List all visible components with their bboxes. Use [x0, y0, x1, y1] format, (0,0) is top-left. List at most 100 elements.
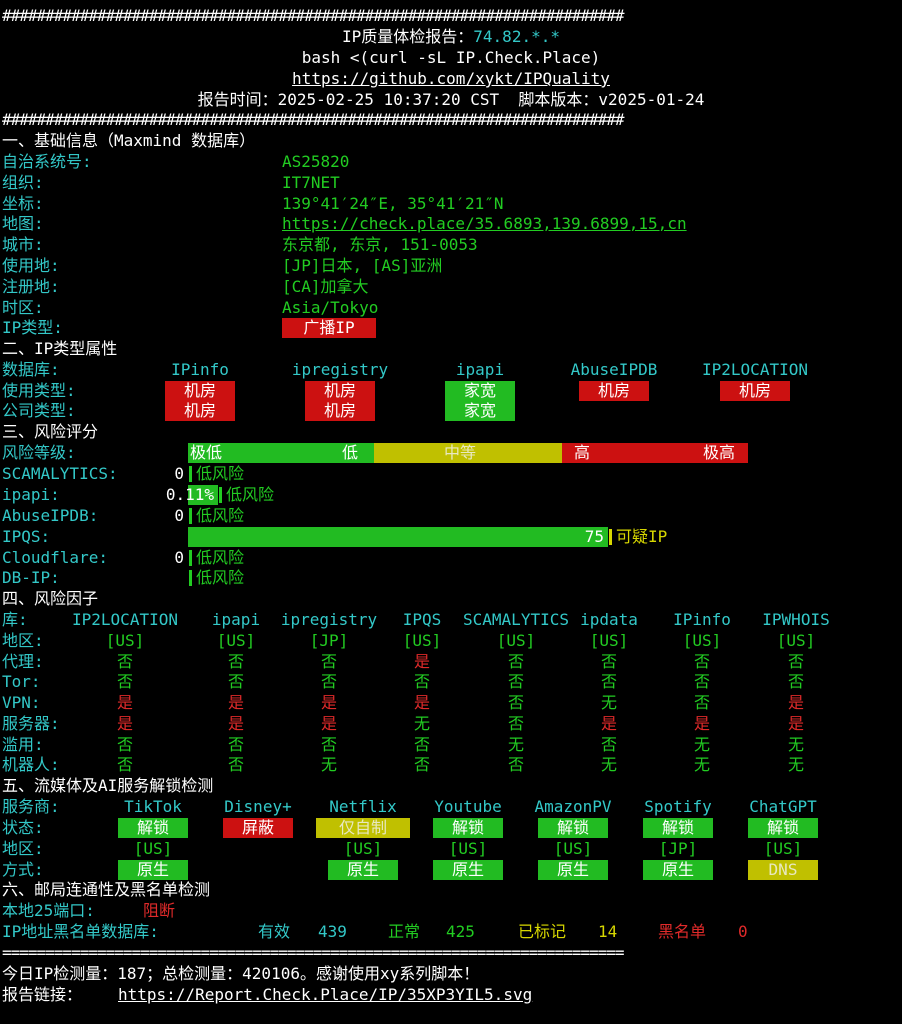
stream-status-badge: 解锁: [538, 818, 608, 838]
repo-link[interactable]: https://github.com/xykt/IPQuality: [0, 69, 902, 89]
stream-region: [US]: [763, 839, 803, 858]
risk-score-value: 0: [174, 506, 184, 525]
factor-cell: 无: [787, 755, 804, 774]
factor-cell: 否: [693, 693, 710, 712]
factor-cell: 是: [116, 714, 133, 733]
stream-method-badge: 原生: [433, 860, 503, 880]
factor-cell: 是: [227, 693, 244, 712]
factor-cell: 是: [227, 714, 244, 733]
footer-stats: 今日IP检测量：187；总检测量：420106。感谢使用xy系列脚本！: [2, 964, 480, 983]
factor-cell: 无: [413, 714, 430, 733]
iptype-heading: 二、IP类型属性: [2, 339, 118, 358]
factor-cell: 否: [227, 755, 244, 774]
factor-cell: 是: [787, 714, 804, 733]
mail-heading: 六、邮局连通性及黑名单检测: [2, 880, 211, 899]
factor-row-label: 地区:: [2, 631, 44, 650]
hash-divider-bottom: ########################################…: [2, 110, 625, 129]
risk-separator: [219, 487, 222, 503]
factor-cell: 无: [600, 755, 617, 774]
risk-text: 低风险: [226, 485, 275, 504]
risk-text: 低风险: [196, 464, 245, 483]
usage-badge: 机房: [720, 381, 790, 401]
factor-cell: 否: [227, 652, 244, 671]
stream-region: [US]: [133, 839, 173, 858]
factor-cell: 否: [116, 652, 133, 671]
factor-row-label: 代理:: [2, 652, 44, 671]
factor-cell: [US]: [776, 631, 816, 650]
blacklist-label: IP地址黑名单数据库:: [2, 922, 159, 941]
factor-cell: 否: [507, 714, 524, 733]
stream-status-badge: 仅自制: [316, 818, 410, 838]
basic-row-label: 使用地:: [2, 256, 60, 275]
risk-text: 低风险: [196, 548, 245, 567]
basic-row-label: 时区:: [2, 298, 44, 317]
stream-region: [US]: [343, 839, 383, 858]
basic-row-label: 组织:: [2, 173, 44, 192]
stream-status-badge: 解锁: [118, 818, 188, 838]
basic-row-label: 注册地:: [2, 277, 60, 296]
marked-count: 14: [598, 922, 618, 941]
streaming-heading: 五、流媒体及AI服务解锁检测: [2, 776, 214, 795]
factor-cell: 否: [116, 672, 133, 691]
factor-cell: 无: [507, 735, 524, 754]
iptype-db-name: IP2LOCATION: [702, 360, 808, 379]
factor-cell: 是: [116, 693, 133, 712]
report-link[interactable]: https://Report.Check.Place/IP/35XP3YIL5.…: [118, 985, 532, 1005]
factor-cell: 否: [116, 735, 133, 754]
normal-label: 正常: [388, 922, 421, 941]
factor-cell: 否: [507, 693, 524, 712]
stream-provider: Youtube: [434, 797, 502, 816]
basic-row-label: 城市:: [2, 235, 44, 254]
factor-cell: 否: [507, 652, 524, 671]
factor-cell: 否: [507, 672, 524, 691]
usage-badge: 家宽: [445, 381, 515, 401]
factor-row-label: 服务器:: [2, 714, 60, 733]
risk-level-2: 低: [342, 443, 359, 462]
valid-label: 有效: [258, 922, 291, 941]
stream-provider: ChatGPT: [749, 797, 817, 816]
usage-label: 使用类型:: [2, 381, 76, 400]
factor-lib-name: IPWHOIS: [762, 610, 830, 629]
report-title: IP质量体检报告：74.82.*.*: [0, 27, 902, 47]
title-prefix: IP质量体检报告：: [342, 27, 474, 46]
factor-row-label: 滥用:: [2, 735, 44, 754]
iptype-db-name: ipregistry: [291, 360, 389, 379]
factor-cell: 否: [413, 735, 430, 754]
risk-text: 低风险: [196, 506, 245, 525]
usage-badge: 机房: [579, 381, 649, 401]
company-label: 公司类型:: [2, 401, 76, 420]
risk-level-5: 极高: [703, 443, 736, 462]
eq-divider: ========================================…: [2, 943, 625, 962]
factor-cell: 是: [320, 693, 337, 712]
stream-provider: Spotify: [644, 797, 712, 816]
factor-cell: 无: [693, 755, 710, 774]
risk-separator: [189, 550, 192, 566]
basic-row-label: 自治系统号:: [2, 152, 92, 171]
basic-heading: 一、基础信息（Maxmind 数据库）: [2, 131, 256, 150]
hash-divider-top: ########################################…: [2, 6, 625, 25]
title-ip: 74.82.*.*: [473, 27, 560, 46]
db-label: 数据库:: [2, 360, 60, 379]
risk-text: 可疑IP: [616, 527, 668, 546]
risk-level-3: 中等: [444, 443, 477, 462]
risk-score-value: 0.11%: [165, 485, 214, 504]
factor-row-label: Tor:: [2, 672, 41, 691]
map-link[interactable]: https://check.place/35.6893,139.6899,15,…: [282, 214, 687, 234]
blacklist-count-label: 黑名单: [658, 922, 707, 941]
risk-source-label: ipapi:: [2, 485, 60, 504]
usage-badge: 机房: [305, 381, 375, 401]
stream-method-badge: 原生: [118, 860, 188, 880]
factor-cell: 无: [787, 735, 804, 754]
basic-row-label: 地图:: [2, 214, 44, 233]
stream-provider: AmazonPV: [534, 797, 612, 816]
factor-cell: [US]: [216, 631, 256, 650]
valid-count: 439: [318, 922, 347, 941]
factor-cell: 否: [320, 672, 337, 691]
risk-text: 低风险: [196, 568, 245, 587]
iptype-label: IP类型:: [2, 318, 63, 337]
marked-label: 已标记: [518, 922, 567, 941]
blacklist-count: 0: [738, 922, 748, 941]
factor-cell: 否: [227, 735, 244, 754]
stream-method-badge: 原生: [328, 860, 398, 880]
factor-cell: 否: [507, 755, 524, 774]
